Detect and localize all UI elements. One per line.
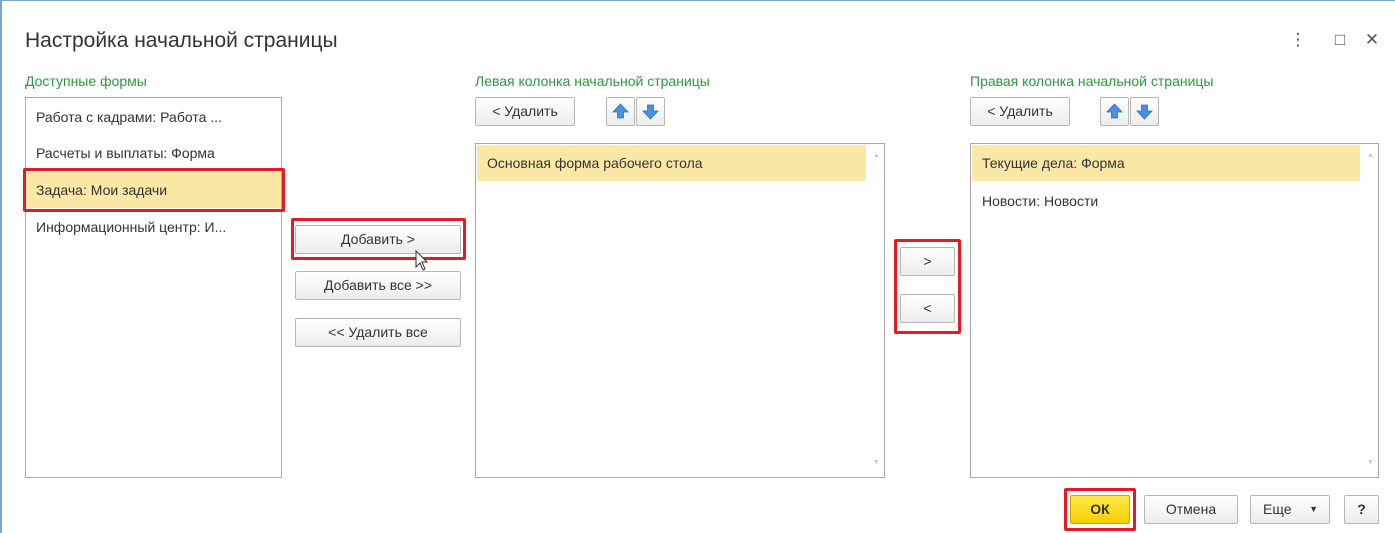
right-column-list[interactable]: Текущие дела: Форма Новости: Новости ▲ ▼ <box>970 143 1379 478</box>
add-all-button[interactable]: Добавить все >> <box>295 271 461 300</box>
dialog-title: Настройка начальной страницы <box>25 29 338 52</box>
list-item[interactable]: Работа с кадрами: Работа ... <box>26 99 281 135</box>
left-column-label: Левая колонка начальной страницы <box>475 73 710 89</box>
mouse-pointer-icon <box>415 250 429 271</box>
remove-all-button[interactable]: << Удалить все <box>295 318 461 347</box>
list-item-selected[interactable]: Основная форма рабочего стола <box>477 145 866 181</box>
arrow-up-icon <box>612 103 629 119</box>
move-to-left-button[interactable]: < <box>900 294 955 323</box>
available-forms-list[interactable]: Работа с кадрами: Работа ... Расчеты и в… <box>25 97 282 478</box>
scroll-down-icon[interactable]: ▼ <box>873 459 880 466</box>
arrow-down-icon <box>1136 104 1153 120</box>
scroll-up-icon[interactable]: ▲ <box>1367 152 1374 159</box>
menu-dots-icon[interactable]: ⋮ <box>1288 30 1308 50</box>
scroll-up-icon[interactable]: ▲ <box>873 152 880 159</box>
cancel-button[interactable]: Отмена <box>1144 495 1238 524</box>
left-delete-button[interactable]: < Удалить <box>475 97 575 126</box>
available-forms-label: Доступные формы <box>25 73 147 89</box>
right-move-up-button[interactable] <box>1100 97 1129 126</box>
list-item[interactable]: Расчеты и выплаты: Форма <box>26 135 281 171</box>
more-button[interactable]: Еще ▼ <box>1250 495 1330 524</box>
left-move-down-button[interactable] <box>636 97 665 126</box>
more-button-label: Еще <box>1263 501 1292 517</box>
caret-down-icon: ▼ <box>1309 504 1318 514</box>
list-item[interactable]: Новости: Новости <box>972 183 1360 219</box>
list-item-selected[interactable]: Задача: Мои задачи <box>26 172 281 208</box>
right-delete-button[interactable]: < Удалить <box>970 97 1070 126</box>
scroll-down-icon[interactable]: ▼ <box>1367 459 1374 466</box>
close-icon[interactable]: ✕ <box>1362 30 1382 50</box>
settings-dialog: Настройка начальной страницы ⋮ □ ✕ Досту… <box>0 0 1395 533</box>
add-button[interactable]: Добавить > <box>295 225 461 254</box>
move-to-right-button[interactable]: > <box>900 247 955 276</box>
ok-button[interactable]: ОК <box>1070 495 1130 524</box>
arrow-up-icon <box>1106 103 1123 119</box>
right-move-down-button[interactable] <box>1130 97 1159 126</box>
maximize-icon[interactable]: □ <box>1330 30 1350 50</box>
left-column-list[interactable]: Основная форма рабочего стола ▲ ▼ <box>475 143 885 478</box>
list-item[interactable]: Информационный центр: И... <box>26 209 281 245</box>
list-item-selected[interactable]: Текущие дела: Форма <box>972 145 1360 181</box>
left-move-up-button[interactable] <box>606 97 635 126</box>
help-button[interactable]: ? <box>1344 495 1379 524</box>
right-column-label: Правая колонка начальной страницы <box>970 73 1214 89</box>
arrow-down-icon <box>642 104 659 120</box>
